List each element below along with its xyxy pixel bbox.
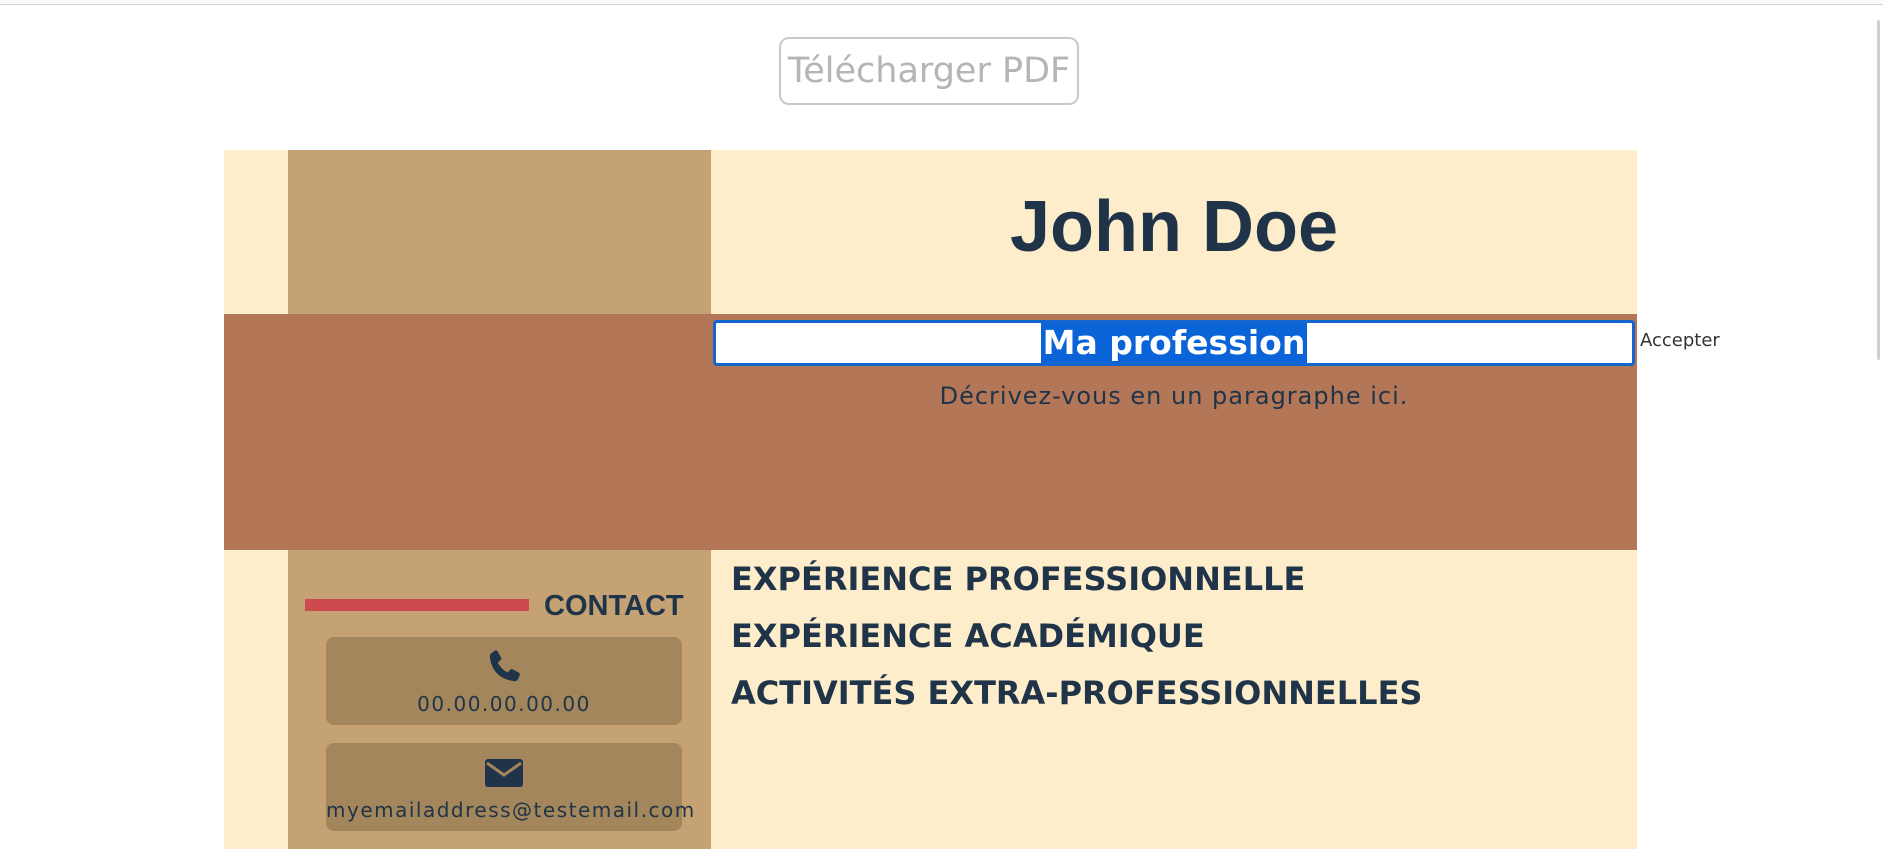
download-pdf-button[interactable]: Télécharger PDF (779, 37, 1079, 105)
sidebar-photo-area (288, 150, 711, 314)
profession-selected-text[interactable]: Ma profession (1040, 323, 1308, 363)
accept-button[interactable]: Accepter (1640, 330, 1720, 351)
browser-top-edge (0, 0, 1883, 5)
cv-name[interactable]: John Doe (711, 186, 1637, 268)
phone-card[interactable]: 00.00.00.00.00 (326, 637, 682, 725)
email-address[interactable]: myemailaddress@testemail.com (326, 798, 694, 822)
section-extra-activities[interactable]: ACTIVITÉS EXTRA-PROFESSIONNELLES (731, 674, 1422, 712)
email-card[interactable]: myemailaddress@testemail.com (326, 743, 694, 831)
envelope-icon (326, 753, 682, 793)
cv-document: John Doe Ma profession Décrivez-vous en … (224, 150, 1637, 849)
phone-number[interactable]: 00.00.00.00.00 (326, 692, 682, 716)
profile-description[interactable]: Décrivez-vous en un paragraphe ici. (711, 382, 1637, 410)
contact-heading: CONTACT (544, 590, 684, 622)
phone-icon (326, 647, 682, 687)
profession-input[interactable]: Ma profession (713, 320, 1635, 366)
section-academic-experience[interactable]: EXPÉRIENCE ACADÉMIQUE (731, 617, 1205, 655)
section-professional-experience[interactable]: EXPÉRIENCE PROFESSIONNELLE (731, 560, 1305, 598)
page-scrollbar[interactable] (1877, 20, 1880, 360)
contact-accent-bar (305, 599, 529, 611)
